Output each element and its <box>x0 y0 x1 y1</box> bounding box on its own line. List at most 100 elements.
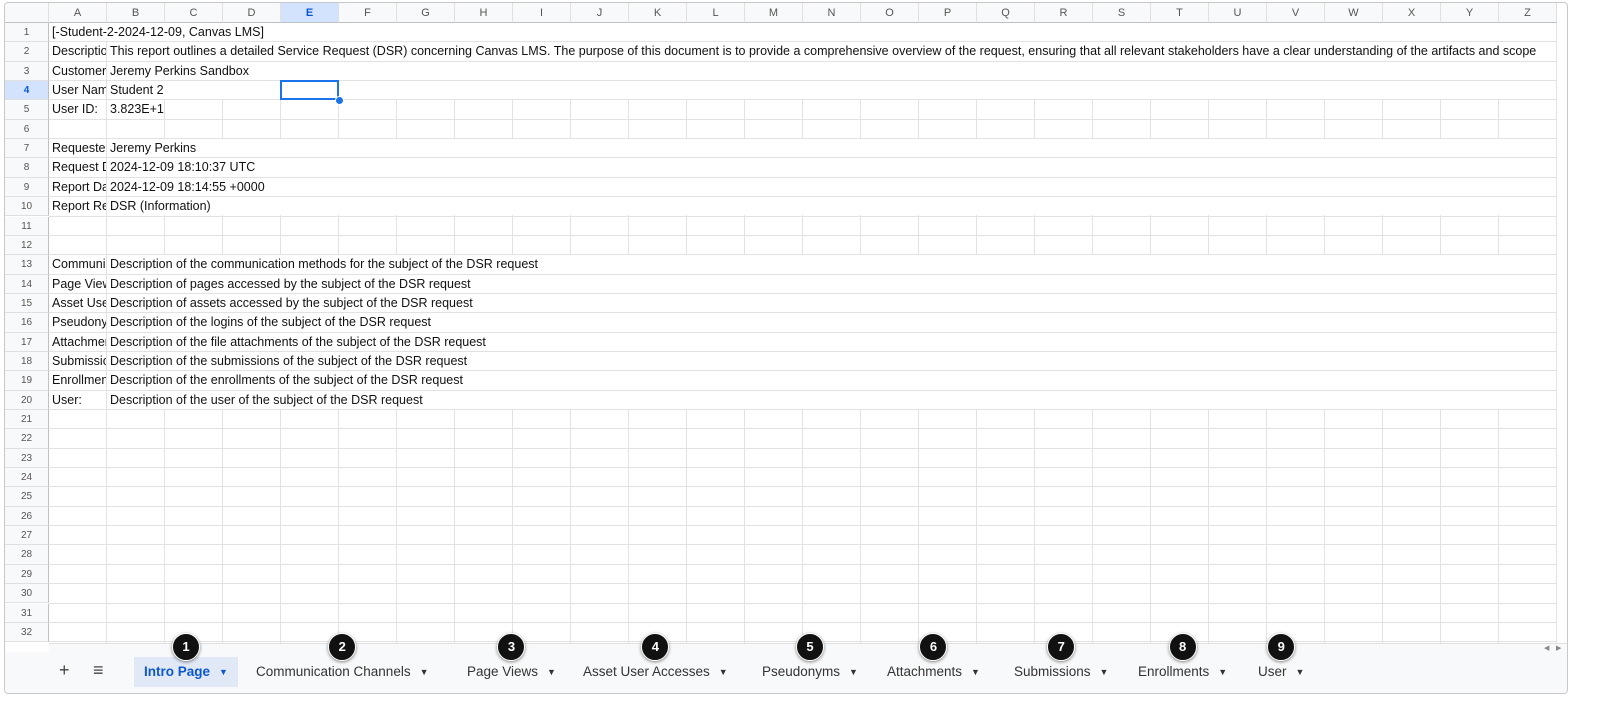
row-header-20[interactable]: 20 <box>5 390 49 410</box>
row-header-14[interactable]: 14 <box>5 274 49 294</box>
column-header-n[interactable]: N <box>803 3 861 23</box>
column-header-o[interactable]: O <box>861 3 919 23</box>
cell-a10[interactable]: Report Reason: <box>49 197 106 216</box>
row-header-31[interactable]: 31 <box>5 603 49 623</box>
row-header-24[interactable]: 24 <box>5 468 49 488</box>
cell-a16[interactable]: Pseudonyms: <box>49 313 106 332</box>
cell-b2[interactable]: This report outlines a detailed Service … <box>107 42 1556 61</box>
cell-b8[interactable]: 2024-12-09 18:10:37 UTC <box>107 158 1556 177</box>
chevron-down-icon[interactable]: ▼ <box>1100 667 1109 677</box>
column-header-e[interactable]: E <box>281 3 339 23</box>
column-header-b[interactable]: B <box>107 3 165 23</box>
row-header-25[interactable]: 25 <box>5 487 49 507</box>
row-header-6[interactable]: 6 <box>5 119 49 140</box>
sheet-tab-communication-channels[interactable]: Communication Channels ▼ <box>246 657 439 687</box>
chevron-down-icon[interactable]: ▼ <box>971 667 980 677</box>
column-header-g[interactable]: G <box>397 3 455 23</box>
row-header-32[interactable]: 32 <box>5 622 49 643</box>
cell-b18[interactable]: Description of the submissions of the su… <box>107 351 1556 371</box>
cell-a8[interactable]: Request Date: <box>49 158 106 177</box>
column-header-i[interactable]: I <box>513 3 571 23</box>
cell-a5[interactable]: User ID: <box>49 100 106 119</box>
cell-b15[interactable]: Description of assets accessed by the su… <box>107 293 1556 313</box>
row-header-7[interactable]: 7 <box>5 139 49 159</box>
row-header-3[interactable]: 3 <box>5 61 49 82</box>
cell-b9[interactable]: 2024-12-09 18:14:55 +0000 <box>107 177 1556 197</box>
cell-b20[interactable]: Description of the user of the subject o… <box>107 390 1556 409</box>
column-header-a[interactable]: A <box>49 3 107 23</box>
row-header-16[interactable]: 16 <box>5 313 49 333</box>
row-header-15[interactable]: 15 <box>5 293 49 314</box>
cell-a17[interactable]: Attachments: <box>49 332 106 351</box>
fill-handle[interactable] <box>335 96 344 106</box>
column-header-p[interactable]: P <box>919 3 977 23</box>
row-header-11[interactable]: 11 <box>5 216 49 236</box>
column-header-f[interactable]: F <box>339 3 397 23</box>
cell-a3[interactable]: Customer: <box>49 61 106 81</box>
cell-b16[interactable]: Description of the logins of the subject… <box>107 313 1556 332</box>
cell-a9[interactable]: Report Date: <box>49 177 106 197</box>
row-header-8[interactable]: 8 <box>5 158 49 178</box>
row-header-12[interactable]: 12 <box>5 235 49 256</box>
cell-b10[interactable]: DSR (Information) <box>107 197 1556 216</box>
cell-a2[interactable]: Description: <box>49 42 106 61</box>
column-header-w[interactable]: W <box>1325 3 1383 23</box>
row-header-23[interactable]: 23 <box>5 448 49 469</box>
row-header-28[interactable]: 28 <box>5 545 49 565</box>
column-header-s[interactable]: S <box>1093 3 1151 23</box>
cell-b7[interactable]: Jeremy Perkins <box>107 139 1556 158</box>
column-header-j[interactable]: J <box>571 3 629 23</box>
scroll-right-icon[interactable]: ▶ <box>1556 644 1561 652</box>
chevron-down-icon[interactable]: ▼ <box>420 667 429 677</box>
chevron-down-icon[interactable]: ▼ <box>547 667 556 677</box>
column-header-d[interactable]: D <box>223 3 281 23</box>
sheet-tab-intro-page[interactable]: Intro Page ▼ <box>134 657 238 687</box>
cell-b3[interactable]: Jeremy Perkins Sandbox <box>107 61 1556 81</box>
chevron-down-icon[interactable]: ▼ <box>719 667 728 677</box>
column-header-h[interactable]: H <box>455 3 513 23</box>
column-header-y[interactable]: Y <box>1441 3 1499 23</box>
row-header-2[interactable]: 2 <box>5 42 49 62</box>
row-header-19[interactable]: 19 <box>5 371 49 391</box>
sheet-tab-pseudonyms[interactable]: Pseudonyms ▼ <box>752 657 868 687</box>
column-header-u[interactable]: U <box>1209 3 1267 23</box>
column-header-r[interactable]: R <box>1035 3 1093 23</box>
cell-a7[interactable]: Requester: <box>49 139 106 158</box>
chevron-down-icon[interactable]: ▼ <box>1218 667 1227 677</box>
cell-a19[interactable]: Enrollments: <box>49 371 106 390</box>
cell-a1[interactable]: [-Student-2-2024-12-09, Canvas LMS] <box>49 23 1556 42</box>
cell-a14[interactable]: Page Views: <box>49 274 106 293</box>
corner-cell[interactable] <box>5 3 49 23</box>
sheet-tab-page-views[interactable]: Page Views ▼ <box>457 657 566 687</box>
sheet-tab-attachments[interactable]: Attachments ▼ <box>877 657 990 687</box>
column-header-l[interactable]: L <box>687 3 745 23</box>
column-header-k[interactable]: K <box>629 3 687 23</box>
row-header-1[interactable]: 1 <box>5 23 49 43</box>
row-header-4[interactable]: 4 <box>5 81 49 101</box>
sheet-grid[interactable]: A B C D E F G H I J K L M N O P Q R S T U V W X Y Z 1 2 3 4 5 6 7 8 9 10 11 1… <box>5 3 1567 643</box>
cell-a4[interactable]: User Name: <box>49 81 106 100</box>
cell-b14[interactable]: Description of pages accessed by the sub… <box>107 274 1556 293</box>
all-sheets-menu-button[interactable]: ≡ <box>93 660 104 681</box>
sheet-tab-submissions[interactable]: Submissions ▼ <box>1004 657 1118 687</box>
row-header-29[interactable]: 29 <box>5 564 49 585</box>
row-header-26[interactable]: 26 <box>5 506 49 527</box>
chevron-down-icon[interactable]: ▼ <box>849 667 858 677</box>
column-header-m[interactable]: M <box>745 3 803 23</box>
sheet-tab-enrollments[interactable]: Enrollments ▼ <box>1128 657 1237 687</box>
row-header-9[interactable]: 9 <box>5 177 49 198</box>
row-header-13[interactable]: 13 <box>5 255 49 275</box>
column-header-v[interactable]: V <box>1267 3 1325 23</box>
row-header-10[interactable]: 10 <box>5 197 49 217</box>
column-header-c[interactable]: C <box>165 3 223 23</box>
scroll-left-icon[interactable]: ◀ <box>1544 644 1549 652</box>
cell-a20[interactable]: User: <box>49 390 106 409</box>
cell-a15[interactable]: Asset User Accesses: <box>49 293 106 313</box>
cell-b19[interactable]: Description of the enrollments of the su… <box>107 371 1556 390</box>
row-header-17[interactable]: 17 <box>5 332 49 352</box>
sheet-tab-asset-user-accesses[interactable]: Asset User Accesses ▼ <box>573 657 738 687</box>
row-header-18[interactable]: 18 <box>5 351 49 372</box>
row-header-22[interactable]: 22 <box>5 429 49 449</box>
chevron-down-icon[interactable]: ▼ <box>219 667 228 677</box>
cell-b5[interactable]: 3.823E+10 <box>107 100 164 119</box>
